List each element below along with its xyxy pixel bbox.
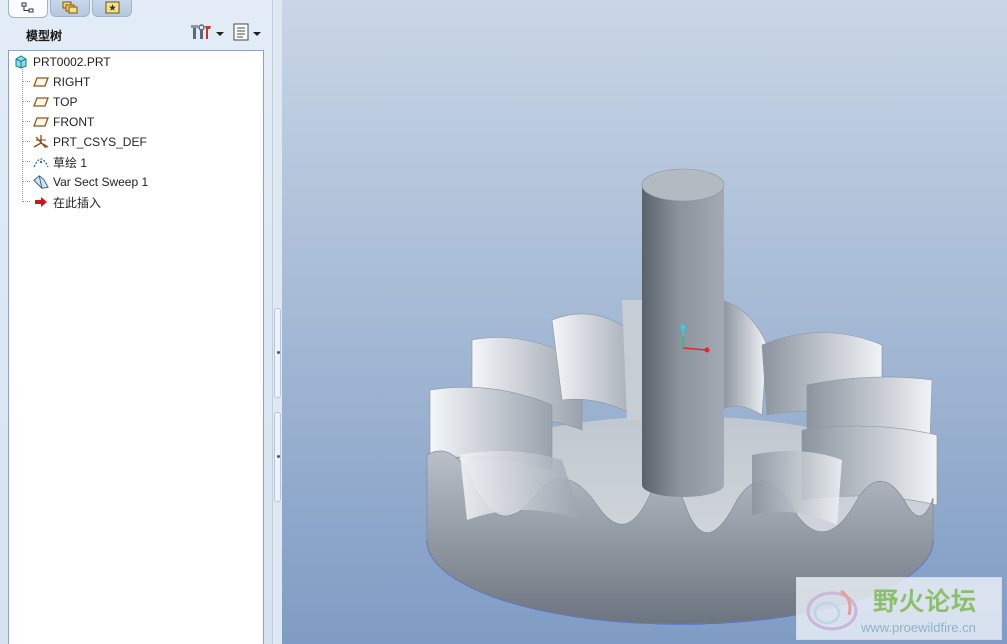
tree-connector — [22, 101, 30, 102]
splitter-grip[interactable] — [274, 308, 281, 398]
watermark-title: 野火论坛 — [873, 587, 978, 616]
layers-icon — [62, 0, 78, 18]
datum-plane-icon — [33, 94, 49, 110]
tree-connector — [22, 161, 30, 162]
favorites-icon — [105, 0, 120, 18]
sweep-blade — [721, 299, 768, 416]
part-icon — [13, 54, 29, 70]
tree-item-top[interactable]: TOP — [33, 92, 77, 112]
tree-connector — [22, 181, 30, 182]
tree-item-label: RIGHT — [53, 75, 91, 89]
sketch-icon — [33, 154, 49, 170]
tree-item-csys[interactable]: PRT_CSYS_DEF — [33, 132, 147, 152]
tree-connector — [22, 81, 30, 82]
panel-splitter[interactable] — [272, 0, 282, 644]
model-tree: PRT0002.PRT RIGHT TOP FRONT PRT_CSYS_DEF — [8, 50, 264, 644]
watermark-logo — [806, 589, 858, 631]
tree-item-label: Var Sect Sweep 1 — [53, 175, 149, 189]
model-tree-header: 模型树 — [8, 22, 267, 48]
tree-item-label: PRT_CSYS_DEF — [53, 135, 147, 149]
graphics-window[interactable]: 野火论坛 www.proewildfire.cn — [282, 0, 1007, 644]
tree-item-sketch[interactable]: 草绘 1 — [33, 152, 87, 172]
watermark-url: www.proewildfire.cn — [861, 620, 976, 635]
navigator-tabbar — [0, 0, 272, 18]
chevron-down-icon — [216, 32, 224, 36]
tree-connector — [22, 69, 23, 202]
model-tree-title: 模型树 — [26, 29, 63, 43]
tree-item-label: 草绘 1 — [53, 155, 88, 170]
tree-item-label: PRT0002.PRT — [33, 55, 111, 69]
tab-favorites[interactable] — [92, 0, 132, 17]
tree-show-button[interactable] — [232, 23, 268, 45]
splitter-grip[interactable] — [274, 412, 281, 502]
shaft-top-face — [641, 168, 725, 202]
tree-connector — [22, 141, 30, 142]
datum-plane-icon — [33, 74, 49, 90]
tree-item-sweep[interactable]: Var Sect Sweep 1 — [33, 172, 148, 192]
sweep-icon — [33, 174, 49, 190]
tree-item-front[interactable]: FRONT — [33, 112, 94, 132]
tree-settings-button[interactable] — [191, 24, 227, 44]
datum-plane-icon — [33, 114, 49, 130]
tree-item-label: 在此插入 — [53, 195, 102, 210]
tree-columns-icon — [232, 23, 250, 45]
tree-connector — [22, 201, 30, 202]
tree-item-insert-here[interactable]: 在此插入 — [33, 192, 101, 212]
tab-layers[interactable] — [50, 0, 90, 17]
tab-model-tree[interactable] — [8, 0, 48, 18]
tree-settings-icon — [191, 23, 213, 45]
tree-item-right[interactable]: RIGHT — [33, 72, 90, 92]
tree-item-label: TOP — [53, 95, 78, 109]
model-3d-view[interactable] — [282, 0, 1007, 644]
model-tree-icon — [21, 0, 35, 18]
tree-item-label: FRONT — [53, 115, 95, 129]
csys-icon — [33, 134, 49, 150]
tree-item-part[interactable]: PRT0002.PRT — [13, 52, 111, 72]
forum-watermark: 野火论坛 www.proewildfire.cn — [796, 577, 1002, 640]
tree-connector — [22, 121, 30, 122]
navigator-panel: 模型树 PRT0002.PRT RIGHT TOP FRONT PRT_CSYS… — [0, 0, 272, 644]
insert-arrow-icon — [33, 194, 49, 210]
chevron-down-icon — [253, 32, 261, 36]
